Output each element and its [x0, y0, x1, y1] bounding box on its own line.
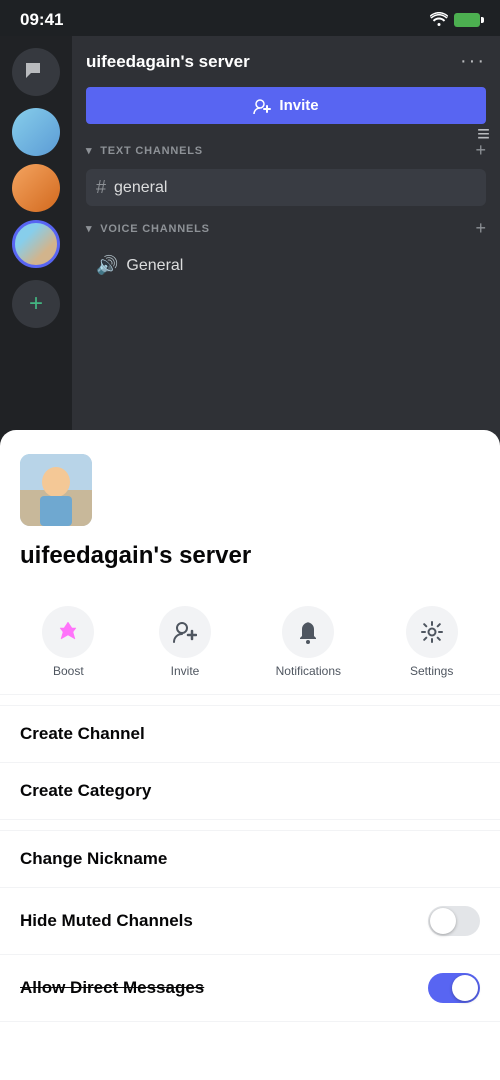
hide-muted-item[interactable]: Hide Muted Channels — [0, 888, 500, 955]
wifi-icon — [430, 12, 448, 29]
status-icons — [430, 12, 480, 29]
notifications-label: Notifications — [276, 664, 341, 678]
server-title: uifeedagain's server — [20, 542, 480, 570]
general-text-channel[interactable]: # general — [86, 169, 486, 206]
voice-channels-header: ▾ VOICE CHANNELS + — [86, 218, 486, 239]
hide-muted-label: Hide Muted Channels — [20, 911, 193, 931]
change-nickname-label: Change Nickname — [20, 849, 167, 869]
text-channels-label: ▾ TEXT CHANNELS — [86, 144, 203, 157]
allow-direct-item[interactable]: Allow Direct Messages — [0, 955, 500, 1021]
toggle-section: Change Nickname Hide Muted Channels Allo… — [0, 830, 500, 1022]
battery-icon — [454, 13, 480, 27]
invite-icon-wrap — [159, 606, 211, 658]
discord-panel: + uifeedagain's server ··· Invite ▾ TEXT… — [0, 36, 500, 466]
server-channel-panel: uifeedagain's server ··· Invite ▾ TEXT C… — [72, 36, 500, 466]
allow-direct-toggle[interactable] — [428, 973, 480, 1003]
hamburger-button[interactable]: ≡ — [477, 121, 490, 147]
sidebar: + — [0, 36, 72, 466]
hide-muted-knob — [430, 908, 456, 934]
change-nickname-item[interactable]: Change Nickname — [0, 831, 500, 888]
settings-label: Settings — [410, 664, 453, 678]
notifications-icon-wrap — [282, 606, 334, 658]
boost-label: Boost — [53, 664, 84, 678]
status-bar: 09:41 — [0, 0, 500, 36]
create-category-item[interactable]: Create Category — [0, 763, 500, 819]
server-avatar-3[interactable] — [12, 220, 60, 268]
server-profile-section: uifeedagain's server — [0, 430, 500, 606]
allow-direct-knob — [452, 975, 478, 1001]
voice-channel-icon: 🔊 — [96, 255, 118, 276]
server-options-button[interactable]: ··· — [460, 50, 486, 73]
server-avatar-1[interactable] — [12, 108, 60, 156]
hide-muted-toggle[interactable] — [428, 906, 480, 936]
add-voice-channel-button[interactable]: + — [475, 218, 486, 239]
invite-button[interactable]: Invite — [86, 87, 486, 124]
allow-direct-label: Allow Direct Messages — [20, 978, 204, 998]
boost-icon-wrap — [42, 606, 94, 658]
server-avatar-large — [20, 454, 92, 526]
create-channel-item[interactable]: Create Channel — [0, 706, 500, 763]
status-time: 09:41 — [20, 10, 63, 30]
voice-channels-label: ▾ VOICE CHANNELS — [86, 222, 210, 235]
bottom-sheet: uifeedagain's server Boost Invite — [0, 430, 500, 1080]
server-avatar-2[interactable] — [12, 164, 60, 212]
notifications-action[interactable]: Notifications — [276, 606, 341, 678]
direct-messages-icon[interactable] — [12, 48, 60, 96]
server-header: uifeedagain's server ··· — [86, 50, 486, 73]
invite-label: Invite — [171, 664, 200, 678]
boost-action[interactable]: Boost — [42, 606, 94, 678]
settings-action[interactable]: Settings — [406, 606, 458, 678]
menu-section-channels: Create Channel Create Category — [0, 705, 500, 820]
text-channel-icon: # — [96, 177, 106, 198]
settings-icon-wrap — [406, 606, 458, 658]
general-voice-channel[interactable]: 🔊 General — [86, 247, 486, 284]
text-channels-header: ▾ TEXT CHANNELS + — [86, 140, 486, 161]
invite-action[interactable]: Invite — [159, 606, 211, 678]
add-server-button[interactable]: + — [12, 280, 60, 328]
server-name-header: uifeedagain's server — [86, 52, 250, 72]
action-row: Boost Invite Notifications — [0, 606, 500, 695]
